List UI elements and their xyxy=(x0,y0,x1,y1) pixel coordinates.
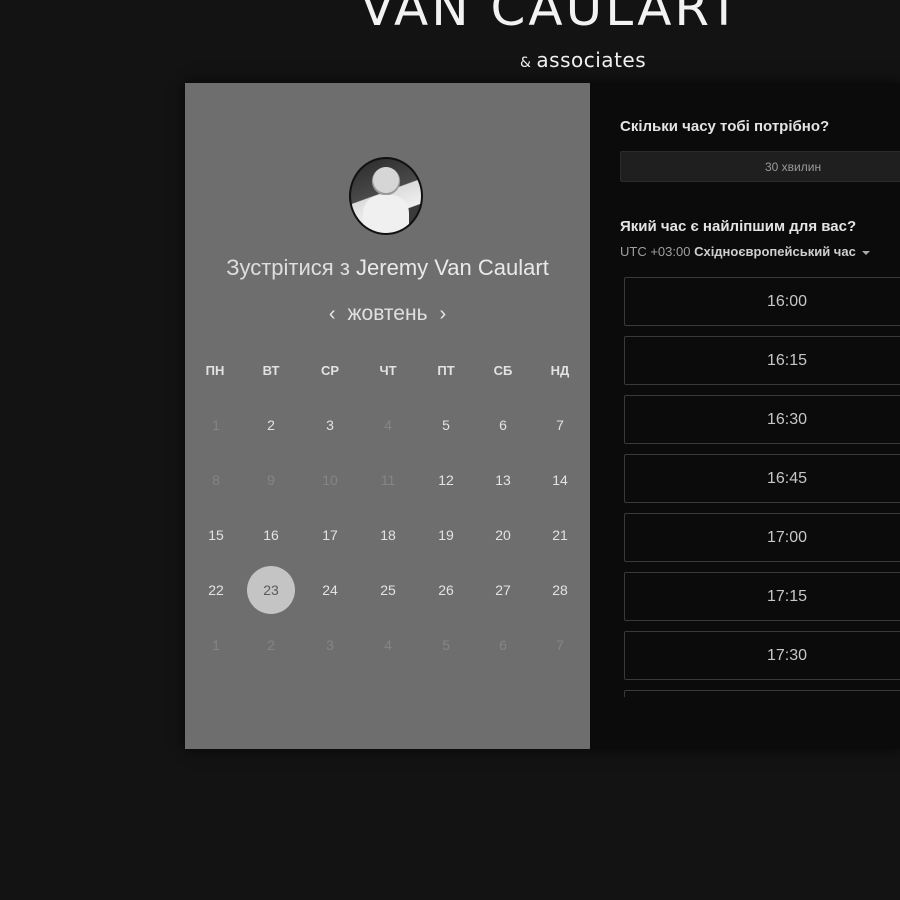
calendar-day[interactable]: 6 xyxy=(479,401,527,449)
calendar-day: 4 xyxy=(384,417,392,433)
duration-question: Скільки часу тобі потрібно? xyxy=(620,118,830,135)
weekday-label: ПТ xyxy=(437,363,455,378)
calendar-day[interactable]: 15 xyxy=(192,511,240,559)
meet-title: Зустрітися з Jeremy Van Caulart xyxy=(185,255,590,281)
avatar xyxy=(349,157,423,235)
calendar-day[interactable]: 19 xyxy=(422,511,470,559)
calendar-day[interactable]: 17 xyxy=(306,511,354,559)
calendar-day[interactable]: 3 xyxy=(306,401,354,449)
calendar-day[interactable]: 26 xyxy=(422,566,470,614)
calendar-day: 6 xyxy=(499,637,507,653)
calendar-day[interactable]: 21 xyxy=(536,511,584,559)
time-slot-button[interactable]: 16:30 xyxy=(624,395,900,444)
calendar-day: 1 xyxy=(212,417,220,433)
weekday-label: СР xyxy=(320,363,340,378)
timezone-offset: UTC +03:00 xyxy=(620,244,691,259)
calendar-day: 9 xyxy=(267,472,275,488)
time-slot-button[interactable]: 17:00 xyxy=(624,513,900,562)
time-slot-button[interactable] xyxy=(624,690,900,697)
time-question: Який час є найліпшим для вас? xyxy=(620,218,857,235)
calendar-day[interactable]: 5 xyxy=(422,401,470,449)
time-slot-button[interactable]: 17:30 xyxy=(624,631,900,680)
calendar-day-selected[interactable]: 23 xyxy=(247,566,295,614)
avatar-head xyxy=(373,167,399,193)
calendar-day[interactable]: 13 xyxy=(479,456,527,504)
brand-subtitle-text: associates xyxy=(536,48,647,72)
brand-ampersand: & xyxy=(520,55,532,71)
calendar-day: 1 xyxy=(212,637,220,653)
timezone-selector[interactable]: UTC +03:00 Східноєвропейський час xyxy=(620,244,870,259)
calendar-day: 2 xyxy=(267,637,275,653)
time-panel: Скільки часу тобі потрібно? 30 хвилин Як… xyxy=(590,83,900,749)
avatar-body xyxy=(363,195,409,233)
calendar-day: 8 xyxy=(212,472,220,488)
calendar-day[interactable]: 12 xyxy=(422,456,470,504)
calendar-day[interactable]: 25 xyxy=(364,566,412,614)
month-nav: ‹ жовтень › xyxy=(185,302,590,326)
weekday-label: ПН xyxy=(205,363,225,378)
calendar-day[interactable]: 18 xyxy=(364,511,412,559)
calendar-day[interactable]: 14 xyxy=(536,456,584,504)
calendar-day[interactable]: 7 xyxy=(536,401,584,449)
calendar-day: 7 xyxy=(556,637,564,653)
meet-name: Jeremy Van Caulart xyxy=(356,255,549,280)
calendar-day: 5 xyxy=(442,637,450,653)
timezone-name: Східноєвропейський час xyxy=(694,244,856,259)
time-slot-button[interactable]: 16:00 xyxy=(624,277,900,326)
calendar-panel: Зустрітися з Jeremy Van Caulart ‹ жовтен… xyxy=(185,83,590,749)
calendar-day: 4 xyxy=(384,637,392,653)
calendar-day[interactable]: 2 xyxy=(247,401,295,449)
weekday-label: НД xyxy=(550,363,570,378)
calendar-day[interactable]: 22 xyxy=(192,566,240,614)
booking-page: VAN CAULART & associates Зустрітися з Jer… xyxy=(0,0,900,900)
weekday-label: СБ xyxy=(493,363,513,378)
next-month-icon[interactable]: › xyxy=(440,302,447,326)
calendar-day: 10 xyxy=(322,472,338,488)
prev-month-icon[interactable]: ‹ xyxy=(329,302,336,326)
time-slot-button[interactable]: 17:15 xyxy=(624,572,900,621)
calendar-day: 11 xyxy=(380,472,396,488)
weekday-label: ЧТ xyxy=(379,363,397,378)
calendar-day: 3 xyxy=(326,637,334,653)
calendar-day[interactable]: 27 xyxy=(479,566,527,614)
calendar-day[interactable]: 20 xyxy=(479,511,527,559)
calendar-day[interactable]: 28 xyxy=(536,566,584,614)
chevron-down-icon xyxy=(861,250,870,255)
calendar-day[interactable]: 24 xyxy=(306,566,354,614)
brand-subtitle: & associates xyxy=(520,47,646,76)
calendar-day[interactable]: 16 xyxy=(247,511,295,559)
time-slot-list: 16:00 16:15 16:30 16:45 17:00 17:15 17:30 xyxy=(624,277,900,697)
time-slot-button[interactable]: 16:15 xyxy=(624,336,900,385)
time-slot-button[interactable]: 16:45 xyxy=(624,454,900,503)
brand-title: VAN CAULART xyxy=(360,0,743,37)
weekday-label: ВТ xyxy=(262,363,280,378)
booking-card: Зустрітися з Jeremy Van Caulart ‹ жовтен… xyxy=(185,83,900,749)
meet-prefix: Зустрітися з xyxy=(226,255,350,280)
month-label: жовтень xyxy=(347,302,428,325)
duration-button[interactable]: 30 хвилин xyxy=(620,151,900,182)
